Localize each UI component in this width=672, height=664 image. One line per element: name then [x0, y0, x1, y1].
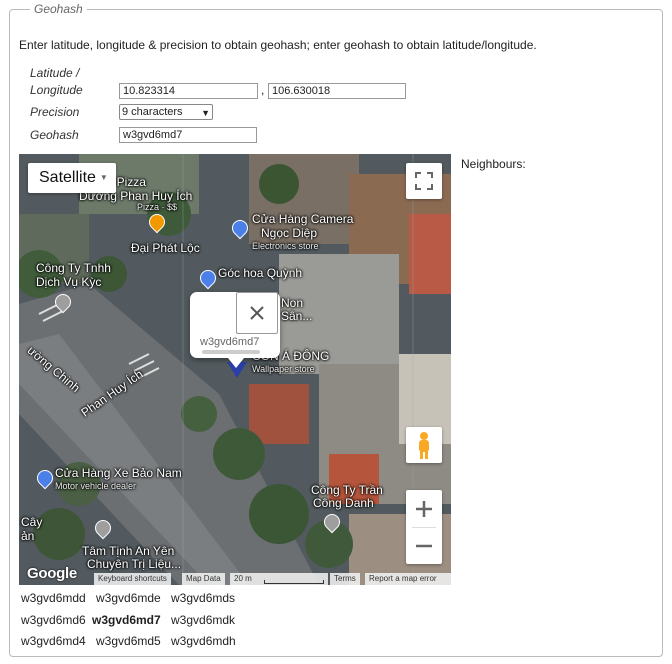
map-data-link[interactable]: Map Data	[182, 573, 225, 585]
neighbour-w[interactable]: w3gvd6md6	[21, 613, 86, 627]
pegman-icon	[419, 432, 429, 459]
zoom-controls	[406, 490, 442, 564]
report-map-error-link[interactable]: Report a map error	[365, 573, 451, 585]
zoom-in-button[interactable]	[406, 490, 442, 527]
neighbour-sw[interactable]: w3gvd6md4	[21, 634, 86, 648]
poi-dai-phat[interactable]: Đại Phát Lộc	[131, 242, 200, 255]
info-window-text: w3gvd6md7	[200, 336, 260, 348]
minus-icon	[416, 544, 432, 548]
map-type-button[interactable]: Satellite ▼	[28, 163, 116, 193]
neighbour-nw[interactable]: w3gvd6mdd	[21, 591, 86, 605]
map[interactable]: ino's Pizza Dương Phan Huy Ích Pizza · $…	[19, 154, 451, 585]
fullscreen-icon	[415, 172, 433, 190]
chevron-down-icon: ▼	[99, 173, 108, 182]
poi-cong-ty-1[interactable]: Công Ty Tnhh	[36, 262, 111, 275]
poi-tam-2: Chuyên Trị Liệu...	[87, 557, 182, 571]
poi-camera-1[interactable]: Cửa Hàng Camera	[252, 213, 353, 226]
poi-pizza-sub: Pizza · $$	[137, 202, 178, 212]
latitude-input[interactable]: 10.823314	[119, 83, 258, 99]
intro-text: Enter latitude, longitude & precision to…	[19, 38, 537, 52]
terms-link[interactable]: Terms	[330, 573, 360, 585]
neighbours-label: Neighbours:	[461, 157, 526, 171]
street-view-button[interactable]	[406, 427, 442, 463]
scale-line	[264, 580, 324, 584]
poi-san: ản	[21, 529, 35, 543]
poi-cong-ty-2: Dịch Vụ Kỳc	[36, 275, 102, 289]
keyboard-shortcuts-link[interactable]: Keyboard shortcuts	[94, 573, 171, 585]
poi-bao-nam[interactable]: Cửa Hàng Xe Bảo Nam	[55, 467, 182, 480]
geohash-input[interactable]: w3gvd6md7	[119, 127, 257, 143]
comma-separator: ,	[261, 83, 265, 97]
poi-bao-nam-sub: Motor vehicle dealer	[55, 481, 137, 491]
poi-camera-2: Ngọc Diệp	[261, 226, 318, 240]
poi-tran-2: Công Danh	[313, 496, 374, 510]
info-window: w3gvd6md7	[190, 292, 280, 368]
close-button[interactable]	[236, 292, 278, 334]
longitude-input[interactable]: 106.630018	[268, 83, 406, 99]
info-window-scrollbar[interactable]	[202, 350, 260, 354]
section-legend: Geohash	[30, 2, 87, 16]
precision-select[interactable]: 9 characters ▼	[119, 104, 213, 120]
scale-label: 20 m	[234, 574, 252, 583]
poi-wallpaper: Wallpaper store	[252, 364, 315, 374]
poi-goc-hoa[interactable]: Góc hoa Quỳnh	[218, 267, 302, 280]
latlon-label-line1: Latitude /	[30, 66, 80, 80]
neighbour-center: w3gvd6md7	[92, 613, 161, 627]
neighbour-s[interactable]: w3gvd6md5	[96, 634, 161, 648]
chevron-down-icon: ▼	[201, 108, 210, 118]
fullscreen-button[interactable]	[406, 163, 442, 199]
neighbour-n[interactable]: w3gvd6mde	[96, 591, 161, 605]
poi-cay: Cây	[21, 515, 43, 529]
precision-value: 9 characters	[122, 106, 183, 118]
map-type-label: Satellite	[39, 169, 96, 187]
geohash-label: Geohash	[30, 128, 79, 142]
scale-bar[interactable]: 20 m	[230, 573, 328, 585]
neighbour-ne[interactable]: w3gvd6mds	[171, 591, 235, 605]
close-icon	[250, 306, 264, 320]
poi-non-2: Sân...	[281, 309, 313, 323]
plus-icon	[416, 501, 432, 517]
latlon-label-line2: Longitude	[30, 83, 83, 97]
precision-label: Precision	[30, 105, 80, 119]
neighbour-se[interactable]: w3gvd6mdh	[171, 634, 236, 648]
zoom-out-button[interactable]	[406, 528, 442, 564]
neighbour-e[interactable]: w3gvd6mdk	[171, 613, 235, 627]
poi-camera-sub: Electronics store	[252, 241, 319, 251]
google-logo[interactable]: Google	[27, 565, 77, 582]
